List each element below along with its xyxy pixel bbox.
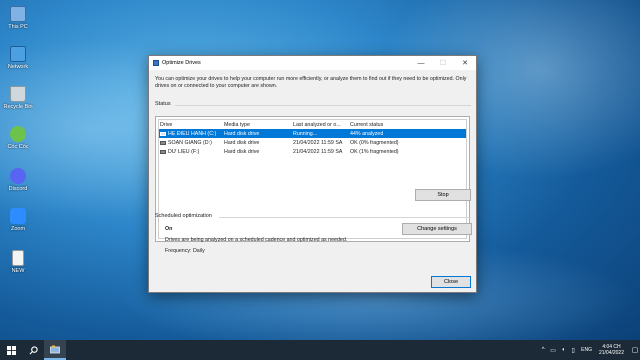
desktop-icon-new[interactable]: NEW xyxy=(2,250,34,275)
schedule-state: On xyxy=(165,226,173,232)
taskbar: ^ ▭ ◖ ▯ ENG 4:04 CH 21/04/2022 ▢ xyxy=(0,340,640,360)
title-bar[interactable]: Optimize Drives — ☐ ✕ xyxy=(149,56,476,70)
desktop-icon-discord[interactable]: Discord xyxy=(2,168,34,193)
show-hidden-icons-chevron[interactable]: ^ xyxy=(538,347,548,353)
optimize-drives-app-icon xyxy=(153,60,159,66)
desktop-icon-recycle-bin[interactable]: Recycle Bin xyxy=(2,86,34,111)
desktop-icon-this-pc[interactable]: This PC xyxy=(2,6,34,31)
system-tray: ^ ▭ ◖ ▯ ENG 4:04 CH 21/04/2022 ▢ xyxy=(538,344,640,357)
close-window-button[interactable]: ✕ xyxy=(454,56,476,70)
network-status-icon[interactable]: ▭ xyxy=(548,347,558,354)
desktop-icon-label: Recycle Bin xyxy=(3,104,33,110)
status-section-label: Status xyxy=(155,101,171,107)
section-divider xyxy=(175,105,471,106)
maximize-button: ☐ xyxy=(439,60,447,67)
optimize-drives-window: Optimize Drives — ☐ ✕ You can optimize y… xyxy=(148,55,477,293)
text-file-icon xyxy=(12,250,24,266)
desktop-icon-coccoc[interactable]: Cốc Cốc xyxy=(2,126,34,151)
clock-date: 21/04/2022 xyxy=(598,350,624,356)
schedule-description: Drives are being analyzed on a scheduled… xyxy=(165,237,348,243)
optimize-drives-app-icon xyxy=(50,345,60,353)
section-divider xyxy=(219,217,471,218)
desktop-icon-label: Cốc Cốc xyxy=(7,144,29,150)
computer-icon xyxy=(10,6,26,22)
notification-icon[interactable]: ▢ xyxy=(630,346,640,354)
search-icon xyxy=(29,345,38,354)
drives-list-frame xyxy=(158,119,467,239)
close-button[interactable]: Close xyxy=(431,276,471,288)
desktop-icon-label: Discord xyxy=(8,186,28,192)
desktop-icon-label: Network xyxy=(7,64,29,70)
discord-icon xyxy=(10,168,26,184)
desktop-icon-label: Zoom xyxy=(10,226,26,232)
windows-start-icon xyxy=(6,345,16,355)
window-title: Optimize Drives xyxy=(162,60,201,66)
input-language[interactable]: ENG xyxy=(581,347,592,353)
battery-icon[interactable]: ▯ xyxy=(568,347,578,354)
network-icon xyxy=(10,46,26,62)
zoom-icon xyxy=(10,208,26,224)
desktop-icon-label: NEW xyxy=(11,268,25,274)
stop-button[interactable]: Stop xyxy=(415,189,471,201)
recycle-bin-icon xyxy=(10,86,26,102)
desktop-icon-network[interactable]: Network xyxy=(2,46,34,71)
dialog-description: You can optimize your drives to help you… xyxy=(155,76,467,89)
minimize-button[interactable]: — xyxy=(410,56,432,70)
desktop-icon-zoom[interactable]: Zoom xyxy=(2,208,34,233)
taskbar-optimize-drives[interactable] xyxy=(44,340,66,360)
desktop-icon-label: This PC xyxy=(8,24,28,30)
schedule-frequency: Frequency: Daily xyxy=(165,248,205,254)
clock[interactable]: 4:04 CH 21/04/2022 xyxy=(599,344,624,357)
scheduled-optimization-label: Scheduled optimization xyxy=(155,213,212,219)
start-button[interactable] xyxy=(0,340,22,360)
search-button[interactable] xyxy=(22,340,44,360)
speaker-icon[interactable]: ◖ xyxy=(558,347,568,353)
coccoc-browser-icon xyxy=(10,126,26,142)
change-settings-button[interactable]: Change settings xyxy=(402,223,472,235)
